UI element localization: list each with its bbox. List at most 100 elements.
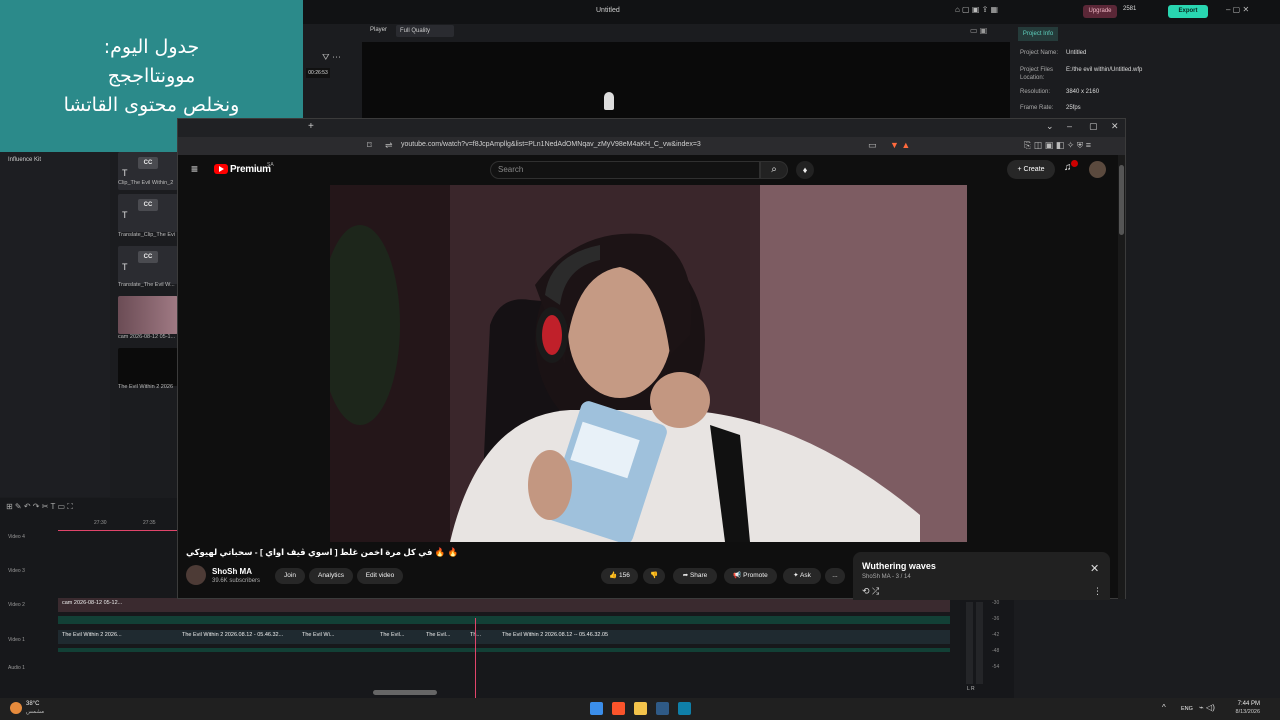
brave-icon[interactable]: [612, 702, 625, 715]
region-code: SA: [267, 162, 274, 168]
video-player[interactable]: [330, 185, 967, 542]
like-button[interactable]: 👍 156: [601, 568, 638, 584]
filter-icon[interactable]: ⛛ ⋯: [322, 52, 341, 63]
window-controls[interactable]: – ▢ ✕: [1226, 5, 1249, 14]
export-button[interactable]: Export: [1168, 5, 1208, 18]
start-icon[interactable]: [590, 702, 603, 715]
toolbar-icons[interactable]: ⌂ ▢ ▣ ⇪ ▦: [955, 5, 998, 14]
video-2-audio[interactable]: [58, 616, 950, 624]
track-label: Video 4: [8, 534, 25, 540]
sidebar-item-influence-kit[interactable]: Influence Kit: [8, 157, 41, 163]
media-label: Clip_The Evil Within_2: [118, 180, 174, 186]
caption-badge: CC: [138, 157, 158, 169]
media-label: Translate_Clip_The Evi: [118, 232, 175, 238]
meter-bar-left: [966, 602, 973, 684]
more-icon[interactable]: ⋮: [1093, 586, 1102, 597]
media-thumb[interactable]: [118, 348, 178, 386]
timeline-scrollbar[interactable]: [373, 690, 437, 695]
file-explorer-icon[interactable]: [634, 702, 647, 715]
timeline-toolbar[interactable]: ⊞ ✎ ↶ ↷ ✂ T ▭ ⛶: [0, 498, 180, 516]
text-icon: T: [122, 210, 128, 220]
player-label: Player: [370, 27, 388, 33]
upgrade-button[interactable]: Upgrade: [1083, 5, 1117, 18]
meter-scale: -36: [992, 616, 1000, 622]
bookmark-icon[interactable]: ⌑: [367, 140, 372, 151]
quality-select[interactable]: Full Quality: [396, 25, 454, 37]
video-2-clip[interactable]: cam 2026-08-12 05-12...: [58, 598, 950, 612]
create-button[interactable]: + Create: [1007, 160, 1055, 179]
maximize-button[interactable]: ▢: [1089, 121, 1098, 132]
media-thumb[interactable]: [118, 296, 178, 334]
share-button[interactable]: ➦ Share: [673, 568, 717, 584]
video-1-audio[interactable]: [58, 648, 950, 652]
media-label: The Evil Within 2 2026: [118, 384, 174, 390]
clock-date[interactable]: 8/13/2026: [1226, 709, 1260, 715]
playhead[interactable]: [475, 618, 476, 698]
close-icon[interactable]: ✕: [1090, 562, 1099, 575]
more-actions-button[interactable]: ...: [825, 568, 845, 584]
dislike-icon[interactable]: 👎: [643, 568, 665, 584]
clip-label: The Evil...: [426, 632, 451, 638]
clip-label: The Evil Within 2 2026...: [62, 632, 122, 638]
caption-badge: CC: [138, 251, 158, 263]
page-scrollbar[interactable]: [1118, 155, 1125, 599]
clip-timecode: 00:26:53: [306, 68, 330, 78]
tab-list-icon[interactable]: ⌄: [1046, 121, 1054, 132]
minimize-button[interactable]: –: [1067, 121, 1072, 131]
snapshot-icon[interactable]: ▭ ▣: [970, 26, 987, 35]
url-field[interactable]: youtube.com/watch?v=f8JcpAmpllg&list=PLn…: [401, 141, 701, 148]
scrollbar-thumb[interactable]: [1119, 165, 1124, 235]
promote-button[interactable]: 📢 Promote: [724, 568, 777, 584]
network-volume-icons[interactable]: ⌁ ◁): [1199, 703, 1215, 712]
work-area-marker: [58, 530, 178, 531]
browser-tab-bar: + ⌄ – ▢ ✕: [178, 119, 1125, 137]
media-thumb[interactable]: CC T: [118, 246, 178, 284]
notification-badge: [1071, 160, 1078, 167]
create-label: Create: [1023, 166, 1045, 173]
ask-button[interactable]: ✦ Ask: [783, 568, 821, 584]
clip-label: cam 2026-08-12 05-12...: [62, 600, 123, 606]
avatar[interactable]: [1089, 161, 1106, 178]
meter-bar-right: [976, 602, 983, 684]
loop-icon[interactable]: ⟲ ⤮: [862, 586, 879, 597]
close-button[interactable]: ✕: [1111, 121, 1119, 132]
analytics-button[interactable]: Analytics: [309, 568, 353, 584]
youtube-header: ≡ Premium SA Search ⌕ ♦ + Create ♫: [178, 155, 1125, 185]
join-button[interactable]: Join: [275, 568, 305, 584]
track-label: Video 1: [8, 637, 25, 643]
info-value: E:/the evil within/Untitled.wfp: [1066, 67, 1143, 73]
track-label: Audio 1: [8, 665, 25, 671]
microphone-icon[interactable]: ♦: [796, 161, 814, 179]
playlist-title[interactable]: Wuthering waves: [862, 561, 936, 571]
brave-shield-icon[interactable]: ▼ ▲: [890, 140, 910, 150]
site-info-icon[interactable]: ⇌: [385, 140, 393, 151]
channel-name[interactable]: ShoSh MA: [212, 567, 252, 576]
browser-window: + ⌄ – ▢ ✕ ⌑ ⇌ youtube.com/watch?v=f8JcpA…: [177, 118, 1126, 600]
youtube-brand[interactable]: Premium: [230, 164, 271, 175]
info-value: Untitled: [1066, 50, 1087, 56]
new-tab-button[interactable]: +: [308, 121, 314, 132]
cast-icon[interactable]: ▭: [868, 140, 877, 151]
extensions-icons[interactable]: ⎘ ◫ ▣ ◧ ✧ ⛨ ≡: [1024, 140, 1091, 151]
info-key: Project Name:: [1020, 50, 1059, 56]
media-thumb[interactable]: CC T: [118, 194, 178, 232]
language-indicator[interactable]: ENG: [1181, 706, 1193, 712]
media-library: CC T Clip_The Evil Within_2 CC T Translate…: [112, 150, 178, 498]
video-1-clips[interactable]: The Evil Within 2 2026... The Evil Withi…: [58, 630, 950, 644]
channel-avatar[interactable]: [186, 565, 206, 585]
weather-icon[interactable]: [10, 702, 22, 714]
timeline-tool-icons[interactable]: ⊞ ✎ ↶ ↷ ✂ T ▭ ⛶: [6, 502, 73, 512]
tray-chevron-icon[interactable]: ^: [1162, 703, 1166, 712]
tab-project-info[interactable]: Project Info: [1018, 27, 1058, 41]
steam-icon[interactable]: [656, 702, 669, 715]
edit-video-button[interactable]: Edit video: [357, 568, 403, 584]
media-label: cam 2026-08-12 05-1...: [118, 334, 176, 340]
taskbar: 38°C مشمس ^ ENG ⌁ ◁) 7:44 PM 8/13/2026: [0, 698, 1280, 720]
filmora-icon[interactable]: [678, 702, 691, 715]
menu-icon[interactable]: ≡: [191, 162, 198, 176]
search-icon[interactable]: ⌕: [760, 161, 788, 179]
weather-condition: مشمس: [26, 709, 45, 715]
clock-time[interactable]: 7:44 PM: [1230, 701, 1260, 707]
search-input[interactable]: Search: [490, 161, 760, 179]
player-bar: Player Full Quality ▭ ▣: [362, 24, 1010, 40]
